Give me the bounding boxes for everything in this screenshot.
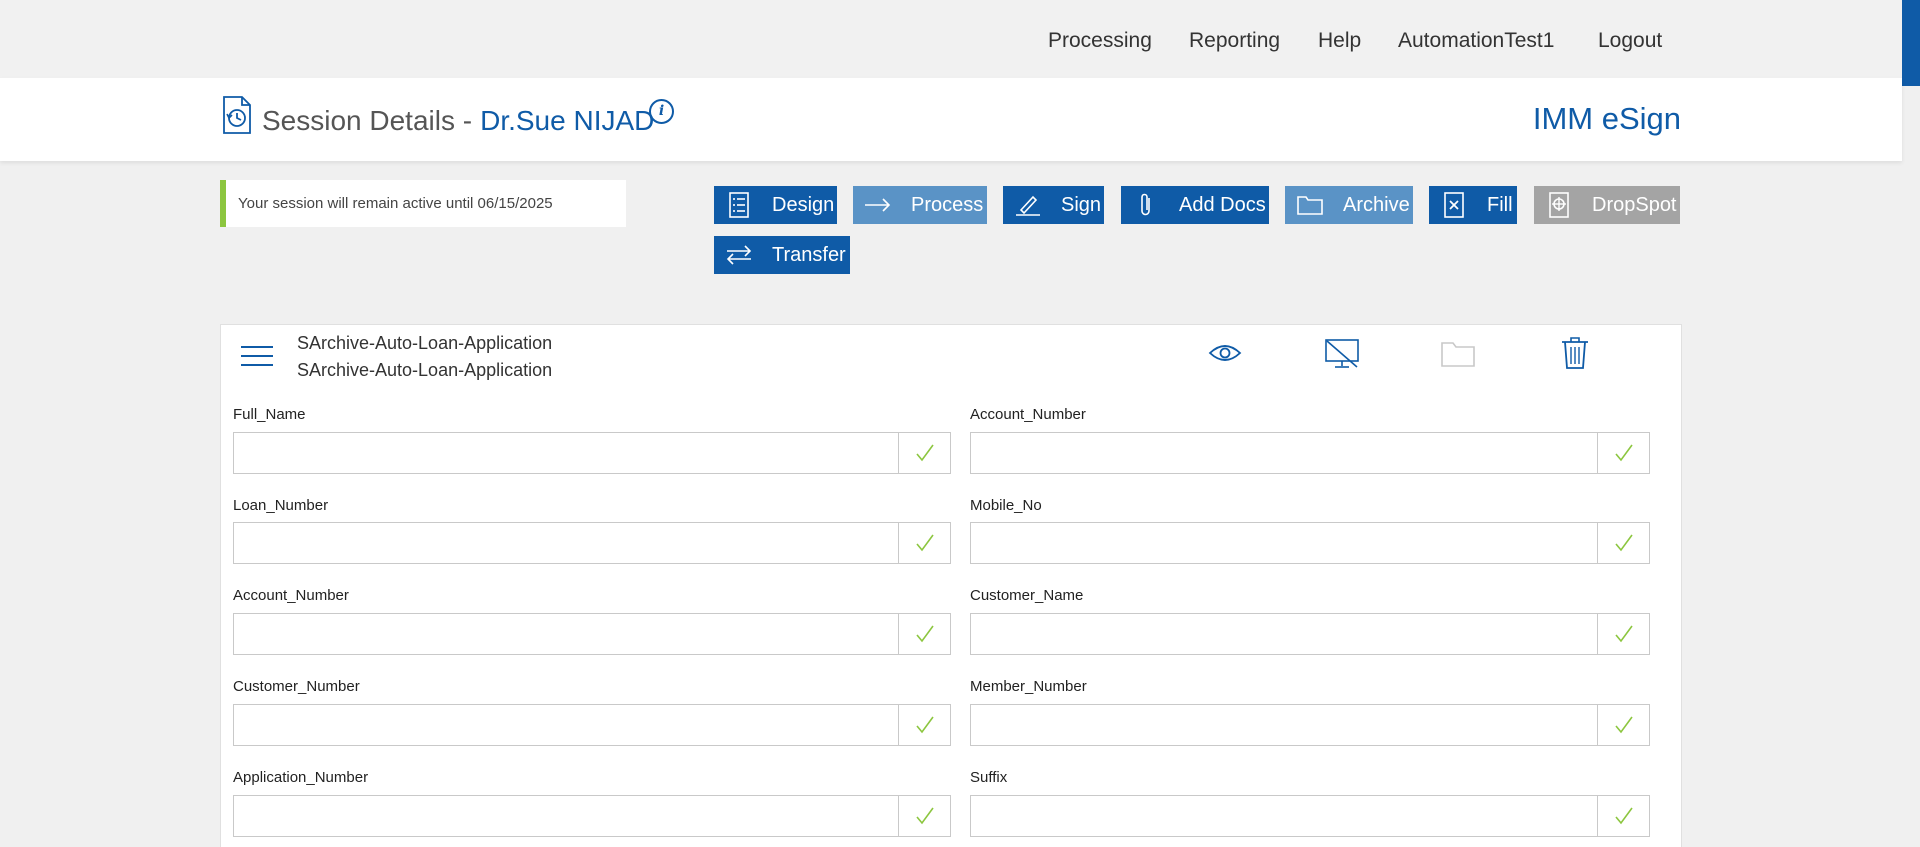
application-number-field (233, 795, 951, 837)
check-icon[interactable] (898, 705, 950, 745)
fill-button-label: Fill (1487, 193, 1513, 216)
application-number-input[interactable] (234, 796, 898, 836)
account-number-input[interactable] (971, 433, 1597, 473)
menu-icon[interactable] (241, 346, 273, 368)
eye-icon[interactable] (1208, 342, 1242, 369)
customer-name-field (970, 613, 1650, 655)
dropspot-icon (1546, 192, 1572, 218)
arrow-right-icon (865, 192, 891, 218)
scrollbar-thumb[interactable] (1902, 0, 1920, 86)
dropspot-button[interactable]: DropSpot (1534, 186, 1680, 224)
brand-name: IMM eSign (1532, 101, 1681, 136)
check-icon[interactable] (1597, 614, 1649, 654)
check-icon[interactable] (898, 433, 950, 473)
check-icon[interactable] (1597, 705, 1649, 745)
customer-number-input[interactable] (234, 705, 898, 745)
member-number-field (970, 704, 1650, 746)
nav-processing[interactable]: Processing (1048, 29, 1152, 53)
nav-help[interactable]: Help (1318, 29, 1361, 53)
nav-reporting[interactable]: Reporting (1189, 29, 1280, 53)
check-icon[interactable] (1597, 433, 1649, 473)
check-icon[interactable] (898, 796, 950, 836)
account-number-field (970, 432, 1650, 474)
mobile-no-input[interactable] (971, 523, 1597, 563)
suffix-field (970, 795, 1650, 837)
transfer-button-label: Transfer (772, 243, 846, 266)
info-icon[interactable]: i (649, 99, 674, 124)
nav-user[interactable]: AutomationTest1 (1398, 29, 1554, 53)
full-name-input[interactable] (234, 433, 898, 473)
full-name-field (233, 432, 951, 474)
account-number-input[interactable] (234, 614, 898, 654)
trash-icon[interactable] (1561, 337, 1589, 374)
add-docs-button[interactable]: Add Docs (1121, 186, 1269, 224)
paperclip-icon (1133, 192, 1159, 218)
field-label: Customer_Number (233, 678, 360, 695)
field-label: Loan_Number (233, 497, 329, 514)
check-icon[interactable] (898, 614, 950, 654)
monitor-off-icon[interactable] (1325, 339, 1359, 374)
package-name: SArchive-Auto-Loan-Application (297, 333, 553, 353)
suffix-input[interactable] (971, 796, 1597, 836)
member-number-input[interactable] (971, 705, 1597, 745)
fill-icon (1441, 192, 1467, 218)
field-label: Application_Number (233, 769, 369, 786)
page-title-label: Session Details - (262, 105, 473, 136)
process-button-label: Process (911, 193, 984, 216)
mobile-no-field (970, 522, 1650, 564)
field-label: Account_Number (233, 587, 349, 604)
document-name: SArchive-Auto-Loan-Application (297, 360, 553, 380)
check-icon[interactable] (898, 523, 950, 563)
customer-number-field (233, 704, 951, 746)
account-number-field (233, 613, 951, 655)
transfer-button[interactable]: Transfer (714, 236, 850, 274)
top-nav: Processing Reporting Help AutomationTest… (0, 0, 1920, 78)
client-name[interactable]: Dr.Sue NIJAD (480, 105, 654, 136)
nav-logout[interactable]: Logout (1598, 29, 1662, 53)
field-label: Customer_Name (970, 587, 1084, 604)
customer-name-input[interactable] (971, 614, 1597, 654)
sign-button[interactable]: Sign (1003, 186, 1104, 224)
loan-number-field (233, 522, 951, 564)
design-button-label: Design (772, 193, 835, 216)
field-label: Mobile_No (970, 497, 1042, 514)
archive-button-label: Archive (1343, 193, 1410, 216)
dropspot-button-label: DropSpot (1592, 193, 1677, 216)
field-label: Member_Number (970, 678, 1087, 695)
check-icon[interactable] (1597, 796, 1649, 836)
package-panel (220, 324, 1682, 847)
check-icon[interactable] (1597, 523, 1649, 563)
session-history-icon (222, 96, 252, 139)
add-docs-button-label: Add Docs (1179, 193, 1266, 216)
archive-button[interactable]: Archive (1285, 186, 1413, 224)
folder-icon[interactable] (1441, 341, 1475, 372)
sign-button-label: Sign (1061, 193, 1102, 216)
session-notice: Your session will remain active until 06… (220, 180, 626, 227)
field-label: Full_Name (233, 406, 306, 423)
design-icon (726, 192, 752, 218)
page-title: Session Details - Dr.Sue NIJAD (262, 105, 654, 137)
folder-icon (1297, 192, 1323, 218)
field-label: Account_Number (970, 406, 1086, 423)
fill-button[interactable]: Fill (1429, 186, 1517, 224)
field-label: Suffix (970, 769, 1008, 786)
design-button[interactable]: Design (714, 186, 837, 224)
pen-icon (1015, 192, 1041, 218)
loan-number-input[interactable] (234, 523, 898, 563)
transfer-icon (726, 242, 752, 268)
process-button[interactable]: Process (853, 186, 987, 224)
